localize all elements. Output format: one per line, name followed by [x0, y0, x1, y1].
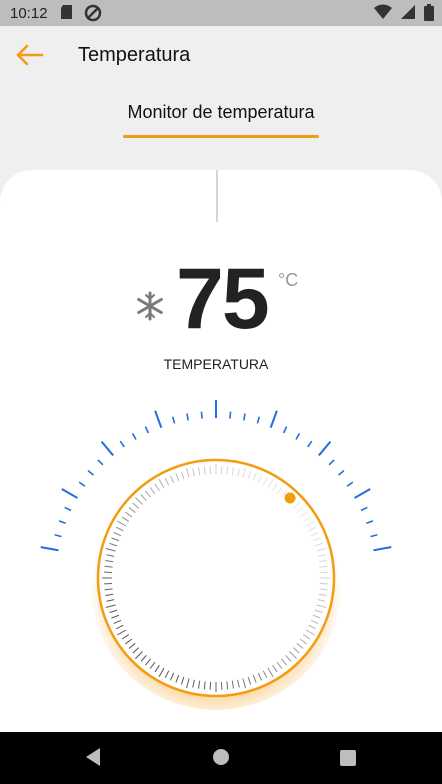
temperature-dial[interactable]: [0, 0, 442, 784]
nav-home-icon[interactable]: [212, 748, 230, 766]
scale-tick: [269, 410, 278, 428]
scale-tick: [346, 481, 354, 487]
nav-recents-icon[interactable]: [340, 750, 356, 766]
scale-tick: [78, 481, 86, 487]
scale-tick: [97, 459, 104, 466]
knob-indicator: [284, 492, 296, 504]
scale-tick: [186, 413, 190, 421]
scale-tick: [370, 534, 378, 538]
scale-tick: [61, 488, 78, 499]
knob[interactable]: [96, 458, 336, 698]
scale-tick: [100, 441, 114, 457]
scale-tick: [373, 546, 392, 552]
scale-tick: [131, 432, 137, 440]
scale-tick: [242, 413, 246, 421]
scale-tick: [87, 470, 94, 476]
scale-tick: [318, 441, 332, 457]
scale-tick: [282, 426, 288, 434]
scale-tick: [360, 506, 368, 512]
scale-tick: [338, 470, 345, 476]
scale-tick: [229, 411, 232, 419]
scale-tick: [64, 506, 72, 512]
scale-tick: [328, 459, 335, 466]
scale-tick: [54, 534, 62, 538]
scale-tick: [366, 520, 374, 525]
scale-tick: [119, 440, 125, 448]
nav-back-icon[interactable]: [84, 746, 102, 768]
scale-tick: [154, 410, 163, 428]
scale-tick: [200, 411, 203, 419]
scale-tick: [172, 416, 176, 424]
navigation-bar: [0, 732, 442, 784]
scale-tick: [144, 426, 150, 434]
scale-tick: [256, 416, 260, 424]
scale-tick: [354, 488, 371, 499]
scale-tick: [58, 520, 66, 525]
scale-tick: [295, 432, 301, 440]
scale-tick: [40, 546, 59, 552]
scale-tick: [307, 440, 313, 448]
